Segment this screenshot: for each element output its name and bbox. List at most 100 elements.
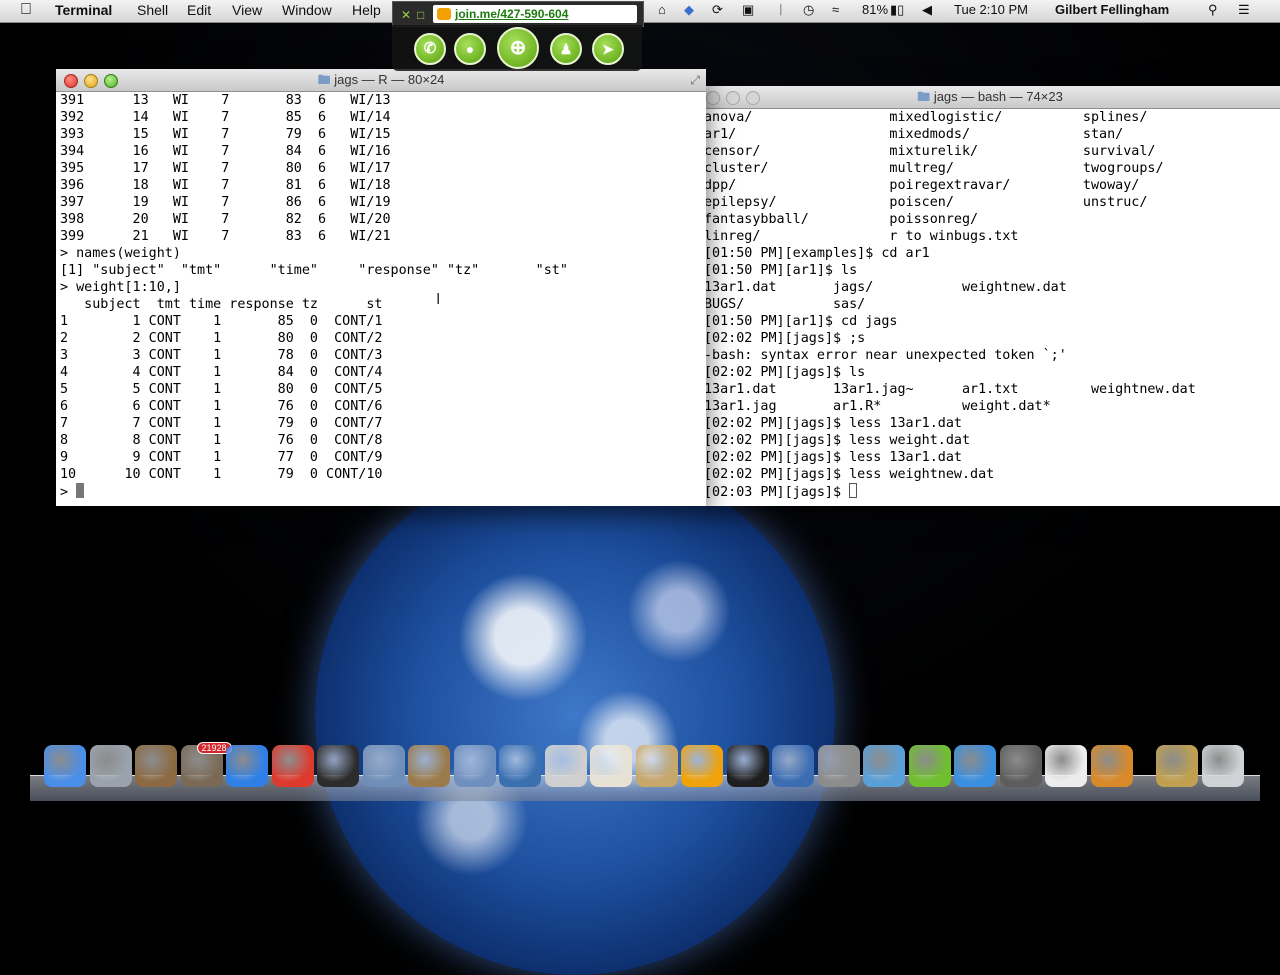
dropbox-icon[interactable]: ◆ [684, 2, 694, 18]
system-preferences-icon[interactable] [817, 745, 860, 787]
x11-icon[interactable] [1090, 745, 1133, 787]
r-title-bar[interactable]: 🖿 jags — R — 80×24 ⤢ [56, 69, 706, 92]
fullscreen-icon[interactable]: ⤢ [690, 69, 700, 91]
menu-window[interactable]: Window [282, 2, 332, 18]
itunes-icon[interactable] [954, 745, 996, 787]
terminal-line: BUGS/ sas/ [704, 297, 866, 312]
x-app-icon[interactable] [908, 745, 951, 787]
terminal-line: 396 18 WI 7 81 6 WI/18 [60, 178, 391, 193]
file-doc-icon[interactable] [1045, 745, 1087, 787]
phone-icon[interactable]: ✆ [414, 33, 446, 65]
terminal-line: > names(weight) [60, 246, 181, 261]
folder-icon: 🖿 [317, 72, 331, 87]
user-name[interactable]: Gilbert Fellingham [1055, 2, 1169, 17]
wifi-icon[interactable]: ≈ [832, 2, 839, 17]
terminal-line: [02:02 PM][jags]$ less 13ar1.dat [704, 450, 962, 465]
zoom-icon[interactable]: ⊕ [497, 27, 539, 69]
folder-icon: 🖿 [917, 89, 931, 104]
terminal-line: 392 14 WI 7 85 6 WI/14 [60, 110, 391, 125]
pandora-icon[interactable] [499, 745, 541, 787]
wordpress-icon[interactable] [863, 745, 905, 787]
text-cursor [76, 483, 85, 498]
notification-center-icon[interactable]: ☰ [1238, 2, 1250, 18]
gimp-icon[interactable] [408, 745, 450, 787]
bash-terminal-content[interactable]: anova/ mixedlogistic/ splines/ar1/ mixed… [700, 109, 1280, 506]
r-terminal-content[interactable]: 391 13 WI 7 83 6 WI/13 392 14 WI 7 85 6 W… [56, 92, 706, 506]
launchpad-icon[interactable] [89, 745, 132, 787]
close-icon[interactable]: ✕ [401, 8, 411, 22]
dashboard-icon[interactable] [317, 745, 359, 787]
box-icon[interactable]: ▣ [742, 2, 754, 18]
trash-icon[interactable] [1201, 745, 1244, 787]
clock[interactable]: Tue 2:10 PM [954, 2, 1028, 17]
preview-icon[interactable] [362, 745, 405, 787]
bash-close-button[interactable] [706, 91, 720, 105]
battery-icon[interactable]: ▮▯ [890, 2, 904, 18]
text-cursor-icon: I [436, 291, 441, 308]
joinme-url-field[interactable]: join.me/427-590-604 [433, 5, 637, 23]
joinme-toolbar: ✕ □ join.me/427-590-604 ✆ ● ⊕ ♟ ➤ [392, 1, 644, 71]
finder-icon[interactable] [44, 745, 86, 787]
apple-icon[interactable]:  [20, 1, 32, 19]
terminal-line: [01:50 PM][ar1]$ cd jags [704, 314, 898, 329]
menu-shell[interactable]: Shell [137, 2, 168, 18]
terminal-line: 13ar1.dat jags/ weightnew.dat [704, 280, 1067, 295]
time-machine-icon[interactable]: ◷ [803, 2, 814, 18]
terminal-line: 3 3 CONT 1 78 0 CONT/3 [60, 348, 383, 363]
terminal-line: subject tmt time response tz st [60, 297, 383, 312]
menu-app-name[interactable]: Terminal [55, 2, 112, 18]
bluetooth-icon[interactable]: ᛁ [777, 2, 785, 17]
joinme-url-bar: ✕ □ join.me/427-590-604 [392, 1, 644, 27]
r-zoom-button[interactable] [104, 74, 118, 88]
latex-icon[interactable] [544, 745, 587, 787]
chrome-icon[interactable] [271, 745, 314, 787]
terminal-line: -bash: syntax error near unexpected toke… [704, 348, 1067, 363]
terminal-line: > weight[1:10,] [60, 280, 181, 295]
terminal-line: [02:02 PM][jags]$ less weightnew.dat [704, 467, 995, 482]
earth-wallpaper [315, 455, 835, 975]
virtualbox-icon[interactable] [772, 745, 814, 787]
joinme-icon[interactable] [681, 745, 723, 787]
bash-terminal-window[interactable]: 🖿 jags — bash — 74×23 anova/ mixedlogist… [700, 86, 1280, 506]
joinme-logo-icon [437, 8, 451, 20]
joinme-button-tray: ✆ ● ⊕ ♟ ➤ [392, 25, 642, 71]
battery-percent[interactable]: 81% [862, 2, 888, 17]
app-store-icon[interactable] [226, 745, 268, 787]
sync-icon[interactable]: ⟳ [712, 2, 723, 18]
terminal-icon[interactable] [726, 745, 769, 787]
terminal-line: 399 21 WI 7 83 6 WI/21 [60, 229, 391, 244]
bash-title-bar[interactable]: 🖿 jags — bash — 74×23 [700, 86, 1280, 109]
stack-folder-icon[interactable] [1156, 745, 1198, 787]
bash-minimize-button[interactable] [726, 91, 740, 105]
terminal-line: cluster/ multreg/ twogroups/ [704, 161, 1164, 176]
r-terminal-window[interactable]: 🖿 jags — R — 80×24 ⤢ 391 13 WI 7 83 6 WI… [56, 69, 706, 506]
terminal-line: anova/ mixedlogistic/ splines/ [704, 110, 1148, 125]
r-minimize-button[interactable] [84, 74, 98, 88]
terminal-line: 13ar1.jag ar1.R* weight.dat* [704, 399, 1051, 414]
menu-edit[interactable]: Edit [187, 2, 211, 18]
terminal-prompt-line[interactable]: > [60, 483, 706, 500]
terminal-line: 394 16 WI 7 84 6 WI/16 [60, 144, 391, 159]
spotlight-icon[interactable]: ⚲ [1208, 2, 1218, 18]
image-capture-icon[interactable] [135, 745, 177, 787]
contacts-icon[interactable] [635, 745, 678, 787]
text-cursor [849, 483, 858, 498]
facetime-icon[interactable] [999, 745, 1042, 787]
terminal-line: 6 6 CONT 1 76 0 CONT/6 [60, 399, 383, 414]
terminal-line: 395 17 WI 7 80 6 WI/17 [60, 161, 391, 176]
textedit-icon[interactable] [590, 745, 632, 787]
r-icon[interactable] [453, 745, 496, 787]
terminal-line: [1] "subject" "tmt" "time" "response" "t… [60, 263, 568, 278]
r-close-button[interactable] [64, 74, 78, 88]
people-icon[interactable]: ♟ [550, 33, 582, 65]
menu-help[interactable]: Help [352, 2, 381, 18]
bash-zoom-button[interactable] [746, 91, 760, 105]
joinme-url-text[interactable]: join.me/427-590-604 [455, 7, 568, 21]
menu-view[interactable]: View [232, 2, 262, 18]
pointer-icon[interactable]: ➤ [592, 33, 624, 65]
volume-icon[interactable]: ◀ [922, 2, 932, 18]
home-icon[interactable]: ⌂ [658, 2, 666, 17]
mail-stamp-icon[interactable]: 21928 [180, 742, 232, 787]
minimize-icon[interactable]: □ [417, 8, 424, 22]
chat-icon[interactable]: ● [454, 33, 486, 65]
